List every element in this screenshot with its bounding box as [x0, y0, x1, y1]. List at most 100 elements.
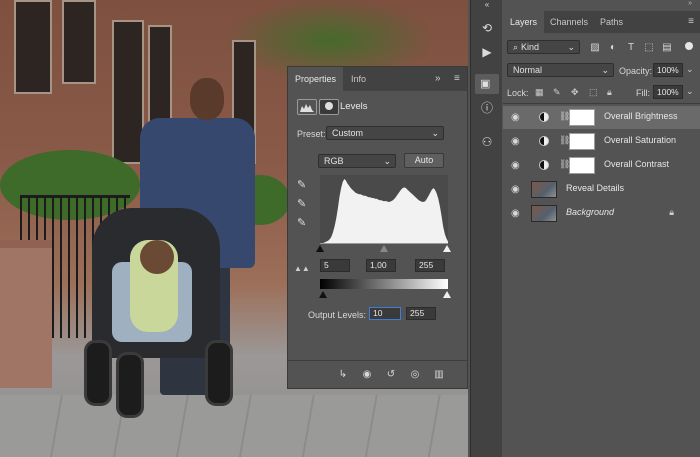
collapse-icon[interactable]: »	[435, 73, 441, 84]
black-point-eyedropper-icon[interactable]: ✎	[297, 179, 309, 191]
search-icon: ⌕	[513, 42, 519, 52]
histogram	[320, 175, 448, 243]
input-gamma-field[interactable]: 1,00	[366, 259, 396, 272]
properties-dock-button[interactable]: ▣	[475, 74, 499, 94]
output-black-field[interactable]: 10	[369, 307, 401, 320]
lock-all-icon[interactable]: 🔒︎	[607, 87, 612, 98]
layer-row-overall-saturation[interactable]: ◉ ⛓︎ Overall Saturation	[503, 130, 700, 153]
blend-mode-value: Normal	[513, 65, 543, 75]
clipping-warning-icon[interactable]: ▲▲	[294, 264, 310, 273]
filter-shape-icon[interactable]: ⬚	[643, 42, 655, 54]
chevron-down-icon: ⌄	[383, 156, 391, 166]
lock-image-icon[interactable]: ✎	[553, 87, 561, 98]
view-previous-state-icon[interactable]: ◉	[360, 369, 374, 381]
chevron-down-icon[interactable]: ⌄	[686, 86, 694, 97]
clip-to-layer-icon[interactable]: ↳	[336, 369, 350, 381]
filter-toggle-icon[interactable]	[685, 42, 693, 50]
tab-channels[interactable]: Channels	[543, 11, 595, 33]
auto-button[interactable]: Auto	[404, 153, 444, 168]
lock-transparent-icon[interactable]: ▦	[535, 87, 544, 98]
blend-mode-dropdown[interactable]: Normal ⌄	[507, 63, 614, 77]
layer-name: Overall Contrast	[604, 159, 670, 169]
visibility-eye-icon[interactable]: ◎	[408, 369, 422, 381]
input-white-field[interactable]: 255	[415, 259, 445, 272]
lock-artboard-icon[interactable]: ⬚	[589, 87, 598, 98]
filter-smart-object-icon[interactable]: ▤	[661, 42, 673, 54]
input-gamma-slider[interactable]	[380, 245, 388, 252]
levels-adjustment-icon	[297, 99, 317, 115]
lock-label: Lock:	[507, 88, 529, 98]
panel-dock-strip: « ⟲ ▶ ▣ ⓘ ⚇	[470, 0, 502, 457]
filter-type-icon[interactable]: T	[625, 42, 637, 54]
fill-field[interactable]: 100%	[653, 85, 683, 99]
building-window	[14, 0, 52, 94]
white-point-eyedropper-icon[interactable]: ✎	[297, 217, 309, 229]
filter-kind-value: Kind	[521, 42, 540, 52]
input-black-field[interactable]: 5	[320, 259, 350, 272]
layer-name: Background	[566, 207, 615, 217]
hue-saturation-adjustment-icon	[539, 136, 549, 146]
input-black-slider[interactable]	[316, 245, 324, 252]
info-icon[interactable]: ⓘ	[479, 100, 495, 116]
tab-properties[interactable]: Properties	[288, 67, 344, 91]
layer-mask-icon[interactable]	[319, 99, 339, 115]
panel-divider	[503, 103, 700, 104]
output-black-slider[interactable]	[319, 291, 327, 298]
preset-dropdown[interactable]: Custom ⌄	[326, 126, 444, 140]
layer-name: Overall Brightness	[604, 111, 678, 121]
lock-icon: 🔒︎	[669, 207, 674, 217]
panel-divider	[288, 360, 467, 361]
visibility-eye-icon[interactable]: ◉	[511, 112, 520, 123]
channel-dropdown[interactable]: RGB ⌄	[318, 154, 396, 168]
filter-pixel-icon[interactable]: ▨	[589, 42, 601, 54]
properties-panel: Properties Info » ≡ Levels Preset: Custo…	[287, 66, 468, 389]
collapse-dock-icon[interactable]: «	[479, 0, 495, 10]
libraries-icon[interactable]: ⚇	[479, 134, 495, 150]
layer-row-background[interactable]: ◉ Background 🔒︎	[503, 202, 700, 225]
sidewalk	[0, 395, 468, 457]
chevron-down-icon[interactable]: ⌄	[686, 64, 694, 75]
lock-position-icon[interactable]: ✥	[571, 87, 579, 98]
panel-menu-icon[interactable]: ≡	[454, 73, 460, 84]
layer-name: Overall Saturation	[604, 135, 677, 145]
curves-adjustment-icon	[539, 160, 549, 170]
layer-thumbnail	[531, 205, 557, 222]
visibility-eye-icon[interactable]: ◉	[511, 208, 520, 219]
collapse-panel-icon[interactable]: »	[688, 0, 692, 7]
gray-point-eyedropper-icon[interactable]: ✎	[297, 198, 309, 210]
history-icon[interactable]: ⟲	[479, 20, 495, 36]
trash-icon[interactable]: ▥	[432, 369, 446, 381]
chevron-down-icon: ⌄	[567, 42, 575, 52]
filter-adjustment-icon[interactable]: ◐	[607, 42, 619, 54]
stoop-pillar	[0, 240, 52, 388]
visibility-eye-icon[interactable]: ◉	[511, 136, 520, 147]
panel-menu-icon[interactable]: ≡	[688, 16, 694, 27]
layer-thumbnail	[531, 181, 557, 198]
layer-row-overall-brightness[interactable]: ◉ ⛓︎ Overall Brightness	[503, 106, 700, 129]
opacity-field[interactable]: 100%	[653, 63, 683, 77]
layer-row-overall-contrast[interactable]: ◉ ⛓︎ Overall Contrast	[503, 154, 700, 177]
tab-layers[interactable]: Layers	[503, 11, 545, 33]
visibility-eye-icon[interactable]: ◉	[511, 160, 520, 171]
visibility-eye-icon[interactable]: ◉	[511, 184, 520, 195]
layer-mask-thumbnail[interactable]	[569, 133, 595, 150]
properties-icon: ▣	[480, 78, 491, 90]
baby-head	[140, 240, 174, 274]
tab-info[interactable]: Info	[344, 67, 373, 91]
output-white-slider[interactable]	[443, 291, 451, 298]
layer-mask-thumbnail[interactable]	[569, 157, 595, 174]
reset-icon[interactable]: ↺	[384, 369, 398, 381]
input-white-slider[interactable]	[443, 245, 451, 252]
output-levels-label: Output Levels:	[308, 310, 367, 320]
levels-adjustment-icon	[539, 112, 549, 122]
tab-paths[interactable]: Paths	[593, 11, 630, 33]
properties-tab-bar: Properties Info » ≡	[288, 67, 467, 91]
output-white-field[interactable]: 255	[406, 307, 436, 320]
fill-label: Fill:	[636, 88, 650, 98]
actions-play-icon[interactable]: ▶	[479, 44, 495, 60]
preset-label: Preset:	[297, 129, 326, 139]
layer-row-reveal-details[interactable]: ◉ Reveal Details	[503, 178, 700, 201]
output-gradient	[320, 279, 448, 289]
filter-kind-dropdown[interactable]: ⌕ Kind ⌄	[507, 40, 580, 54]
layer-mask-thumbnail[interactable]	[569, 109, 595, 126]
